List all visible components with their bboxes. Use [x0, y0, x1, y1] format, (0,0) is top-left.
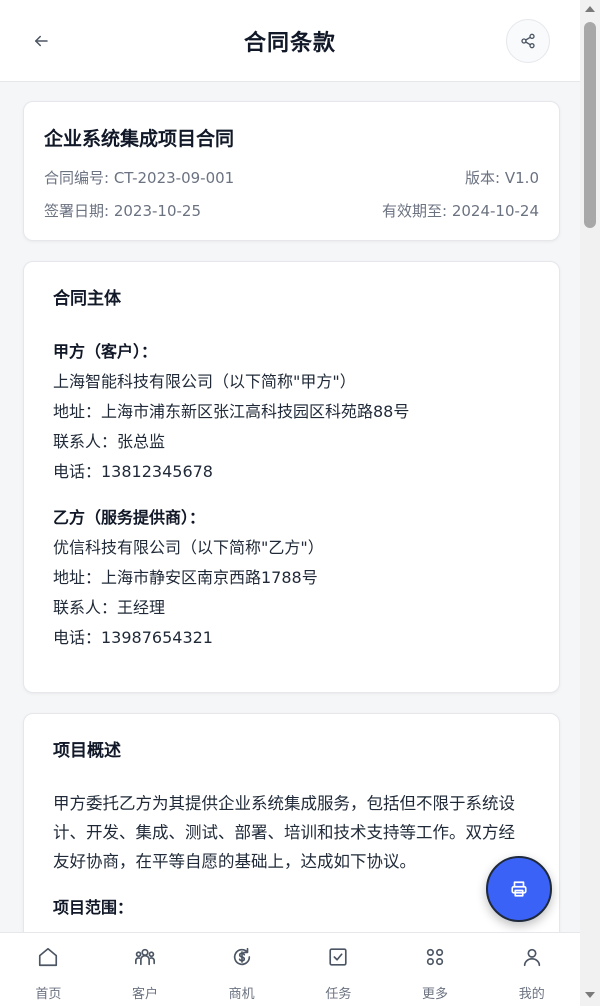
- scroll-down-arrow-icon[interactable]: [585, 992, 595, 998]
- party-b-name: 优信科技有限公司（以下简称"乙方"）: [53, 538, 324, 557]
- party-b-contact: 联系人：王经理: [53, 598, 166, 617]
- share-button[interactable]: [506, 19, 550, 63]
- users-icon: [135, 948, 155, 966]
- contract-info-card: 企业系统集成项目合同 合同编号: CT-2023-09-001 版本: V1.0…: [23, 101, 560, 241]
- share-icon: [521, 33, 535, 49]
- page-title: 合同条款: [243, 30, 336, 56]
- nav-label-tasks: 任务: [325, 987, 352, 1002]
- header: 合同条款: [0, 0, 580, 82]
- nav-item-opportunities[interactable]: 商机: [193, 933, 290, 1006]
- home-icon: [39, 947, 58, 967]
- nav-label-me: 我的: [518, 987, 545, 1002]
- app-root: 合同条款 企业系统集成项目合同 合同编号: CT-2023-09-001 版本:…: [0, 0, 580, 1006]
- section-title-overview: 项目概述: [53, 741, 121, 761]
- party-b-phone: 电话：13987654321: [53, 628, 213, 647]
- scroll-up-arrow-icon[interactable]: [585, 6, 595, 12]
- party-b-label: 乙方（服务提供商）：: [53, 508, 206, 527]
- party-a: 甲方（客户）： 上海智能科技有限公司（以下简称"甲方"） 地址：上海市浦东新区张…: [53, 337, 531, 487]
- nav-item-home[interactable]: 首页: [0, 933, 97, 1006]
- nav-item-customers[interactable]: 客户: [97, 933, 194, 1006]
- print-icon: [511, 881, 527, 897]
- party-a-name: 上海智能科技有限公司（以下简称"甲方"）: [53, 372, 356, 391]
- grid-icon: [426, 948, 444, 966]
- meta-row-1: 合同编号: CT-2023-09-001 版本: V1.0: [44, 167, 539, 188]
- nav-label-home: 首页: [35, 987, 62, 1002]
- party-b: 乙方（服务提供商）： 优信科技有限公司（以下简称"乙方"） 地址：上海市静安区南…: [53, 503, 531, 653]
- section-title-parties: 合同主体: [53, 289, 121, 309]
- arrow-left-icon: [35, 35, 48, 47]
- party-a-label: 甲方（客户）：: [53, 342, 158, 361]
- back-button[interactable]: [26, 26, 56, 56]
- dollar-icon: [233, 947, 250, 966]
- checkbox-icon: [329, 948, 347, 966]
- nav-label-more: 更多: [422, 987, 449, 1002]
- party-a-address: 地址：上海市浦东新区张江高科技园区科苑路88号: [53, 402, 410, 421]
- bottom-nav: 首页 客户 商机 任务 更多 我的: [0, 932, 580, 1006]
- party-b-address: 地址：上海市静安区南京西路1788号: [53, 568, 318, 587]
- contract-version: 版本: V1.0: [465, 169, 539, 187]
- nav-item-tasks[interactable]: 任务: [290, 933, 387, 1006]
- overview-body: 甲方委托乙方为其提供企业系统集成服务，包括但不限于系统设计、开发、集成、测试、部…: [53, 794, 515, 871]
- nav-label-opportunities: 商机: [228, 987, 255, 1002]
- nav-item-me[interactable]: 我的: [483, 933, 580, 1006]
- contract-parties-card: 合同主体 甲方（客户）： 上海智能科技有限公司（以下简称"甲方"） 地址：上海市…: [23, 261, 560, 693]
- nav-label-customers: 客户: [132, 987, 159, 1002]
- valid-until: 有效期至: 2024-10-24: [382, 202, 539, 220]
- meta-row-2: 签署日期: 2023-10-25 有效期至: 2024-10-24: [44, 200, 539, 221]
- sign-date: 签署日期: 2023-10-25: [44, 202, 201, 220]
- contract-title: 企业系统集成项目合同: [44, 128, 235, 150]
- party-a-contact: 联系人：张总监: [53, 432, 166, 451]
- nav-item-more[interactable]: 更多: [387, 933, 484, 1006]
- scroll-thumb[interactable]: [584, 22, 596, 228]
- scope-title: 项目范围：: [53, 898, 134, 917]
- scrollbar[interactable]: [580, 0, 600, 1006]
- print-button[interactable]: [486, 856, 552, 922]
- party-a-phone: 电话：13812345678: [53, 462, 213, 481]
- user-icon: [523, 948, 540, 967]
- contract-number: 合同编号: CT-2023-09-001: [44, 169, 235, 187]
